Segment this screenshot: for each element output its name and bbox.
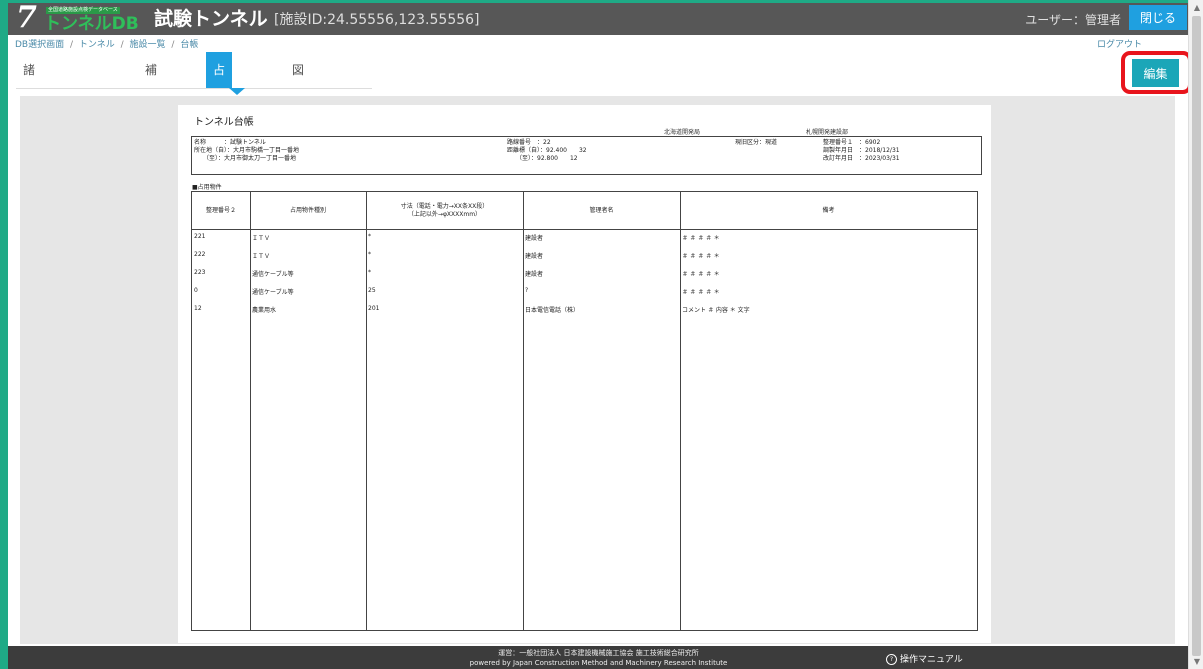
breadcrumb-db-select[interactable]: DB選択画面: [15, 40, 64, 50]
column-header: 整理番号２: [205, 206, 236, 214]
header-divider: [192, 229, 977, 230]
cell-size: 201: [368, 305, 380, 312]
cell-note: ＃ ＃ ＃ ＃ ＊: [682, 235, 720, 242]
vertical-scrollbar[interactable]: ▲ ▼: [1188, 0, 1203, 669]
edit-button[interactable]: 編集: [1132, 59, 1179, 87]
cell-size: 25: [368, 287, 376, 294]
column-divider: [523, 192, 524, 630]
cell-manager: 建設者: [525, 271, 544, 278]
footer-operator: 運営：一般社団法人 日本建設機械施工協会 施工技術総合研究所: [498, 649, 699, 657]
column-header: 管理者名: [589, 206, 614, 214]
manual-link[interactable]: ? 操作マニュアル: [886, 652, 963, 665]
cell-number: 222: [194, 251, 206, 258]
cell-type: 通信ケーブル等: [252, 289, 294, 296]
info-name: 名称 ：試験トンネル: [194, 139, 266, 146]
page-title: 試験トンネル: [154, 8, 268, 30]
active-tab-indicator: [229, 88, 245, 95]
cell-manager: ?: [525, 287, 529, 294]
tunnel-db-logo[interactable]: 7 全国道路施設点検データベース トンネルDB: [16, 0, 156, 35]
cell-number: 221: [194, 233, 206, 240]
column-divider: [366, 192, 367, 630]
column-header: 占用物件種別: [289, 206, 326, 214]
cell-type: ＩＴＶ: [252, 253, 271, 260]
facility-id: [施設ID:24.55556,123.55556]: [274, 12, 480, 28]
cell-size: *: [368, 251, 371, 258]
cell-number: 0: [194, 287, 198, 294]
info-location-from: 所在地（自）：大月市駒橋一丁目一番地: [194, 147, 300, 154]
tab-occupancy[interactable]: 占用物件: [206, 52, 233, 185]
app-header: 7 全国道路施設点検データベース トンネルDB 試験トンネル [施設ID:24.…: [8, 3, 1189, 35]
logo-mark-icon: 7: [16, 0, 37, 35]
column-divider: [680, 192, 681, 630]
info-distance-to: （至）：92.800 12: [507, 155, 578, 162]
info-distance-from: 距離標（自）：92.400 32: [507, 147, 587, 154]
cell-size: *: [368, 269, 371, 276]
cell-type: ＩＴＶ: [252, 235, 271, 242]
footer: 運営：一般社団法人 日本建設機械施工協会 施工技術総合研究所 powered b…: [8, 646, 1189, 669]
bureau-name: 北海道開発局: [664, 129, 701, 136]
manual-label: 操作マニュアル: [900, 655, 963, 665]
breadcrumb-facility-list[interactable]: 施設一覧: [130, 40, 166, 50]
column-divider: [250, 192, 251, 630]
help-icon: ?: [886, 654, 897, 665]
info-survey-date: 調製年月日 ：2018/12/31: [823, 147, 900, 154]
cell-manager: 建設者: [525, 253, 544, 260]
info-location-to: （至）：大月市御太刀一丁目一番地: [194, 155, 297, 162]
info-old-class: 現旧区分：現道: [735, 139, 778, 146]
column-header: 備考: [822, 206, 835, 214]
office-name: 札幌開発建設部: [806, 129, 849, 136]
tab-drawing-files[interactable]: 図面ファイル: [285, 52, 311, 257]
info-revise-date: 改訂年月日 ：2023/03/31: [823, 155, 900, 162]
cell-type: 通信ケーブル等: [252, 271, 294, 278]
info-ref-number: 整理番号１ ：6902: [823, 139, 881, 146]
breadcrumb-separator: /: [69, 40, 74, 50]
occupancy-table: 整理番号２ 占用物件種別 寸法（電話・電力→XX条XX段） （上記以外→φXXX…: [191, 191, 978, 631]
close-button[interactable]: 閉じる: [1129, 5, 1187, 30]
breadcrumb: DB選択画面 / トンネル / 施設一覧 / 台帳: [15, 37, 201, 50]
breadcrumb-ledger: 台帳: [180, 40, 199, 50]
breadcrumb-tunnel[interactable]: トンネル: [79, 40, 115, 50]
logo-subtitle: 全国道路施設点検データベース: [46, 7, 120, 14]
cell-size: *: [368, 233, 371, 240]
user-label: ユーザー：管理者: [1025, 13, 1121, 27]
cell-number: 12: [194, 305, 202, 312]
tab-underline: [16, 88, 372, 89]
breadcrumb-separator: /: [171, 40, 175, 50]
logo-text: トンネルDB: [44, 14, 139, 34]
cell-note: コメント ＃ 内容 ＊ 文字: [682, 307, 750, 314]
scroll-up-arrow-icon[interactable]: ▲: [1194, 3, 1200, 12]
section-label: ■占用物件: [192, 184, 222, 191]
cell-note: ＃ ＃ ＃ ＃ ＊: [682, 289, 720, 296]
cell-manager: 建設者: [525, 235, 544, 242]
ledger-document: トンネル台帳 北海道開発局 札幌開発建設部 名称 ：試験トンネル 所在地（自）：…: [178, 105, 991, 643]
logout-link[interactable]: ログアウト: [1097, 37, 1142, 50]
tab-specifications[interactable]: 諸元・基礎情報: [16, 52, 54, 185]
scrollbar-thumb[interactable]: [1192, 16, 1201, 656]
cell-number: 223: [194, 269, 206, 276]
scroll-down-arrow-icon[interactable]: ▼: [1194, 657, 1200, 666]
cell-note: ＃ ＃ ＃ ＃ ＊: [682, 271, 720, 278]
tab-repair-history[interactable]: 補修履歴: [138, 52, 164, 185]
column-header: 寸法（電話・電力→XX条XX段） （上記以外→φXXXXmm）: [400, 202, 489, 218]
breadcrumb-separator: /: [120, 40, 124, 50]
facility-info-box: 名称 ：試験トンネル 所在地（自）：大月市駒橋一丁目一番地 （至）：大月市御太刀…: [191, 136, 982, 175]
window-frame-left: [0, 0, 8, 669]
footer-powered-by: powered by Japan Construction Method and…: [469, 659, 728, 667]
info-route: 路線番号 ：22: [507, 139, 551, 146]
document-title: トンネル台帳: [194, 117, 254, 128]
cell-note: ＃ ＃ ＃ ＃ ＊: [682, 253, 720, 260]
cell-type: 農業用水: [252, 307, 277, 314]
cell-manager: 日本電信電話（株）: [525, 307, 580, 314]
